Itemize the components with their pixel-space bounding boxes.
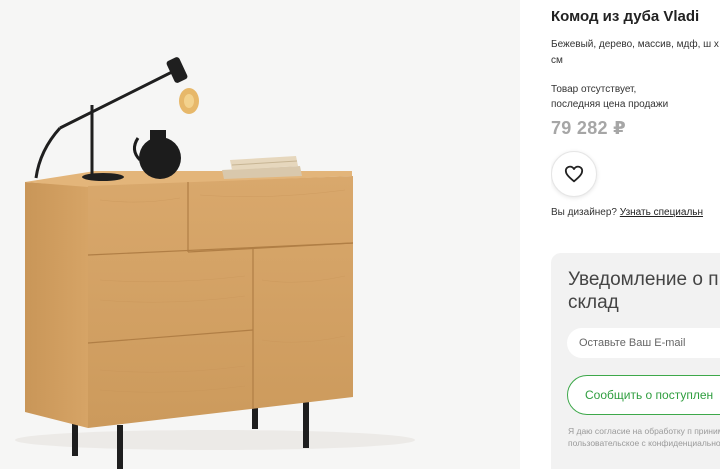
- product-description: Бежевый, дерево, массив, мдф, ш x 46 см: [551, 39, 720, 66]
- notify-title: Уведомление о п склад: [568, 268, 720, 314]
- favorite-button[interactable]: [551, 151, 597, 197]
- notify-title-line1: Уведомление о п: [568, 269, 719, 290]
- stock-status: Товар отсутствует, последняя цена продаж…: [551, 82, 720, 112]
- email-input[interactable]: [567, 328, 720, 358]
- product-photo: [0, 0, 520, 469]
- product-title: Комод из дуба Vladi: [551, 8, 700, 25]
- product-info-panel: Комод из дуба Vladi Бежевый, дерево, мас…: [551, 0, 720, 469]
- designer-offer: Вы дизайнер? Узнать специальн: [551, 207, 703, 218]
- designer-link[interactable]: Узнать специальн: [620, 207, 703, 218]
- notify-card: Уведомление о п склад Сообщить о поступл…: [551, 253, 720, 469]
- stock-status-text: Товар отсутствует,: [551, 84, 637, 95]
- consent-text: Я даю согласие на обработку п принимаю п…: [568, 426, 720, 448]
- notify-title-line2: склад: [568, 292, 619, 313]
- notify-submit-button[interactable]: Сообщить о поступлен: [567, 375, 720, 415]
- last-price-label: последняя цена продажи: [551, 99, 669, 110]
- designer-prefix: Вы дизайнер?: [551, 207, 617, 218]
- heart-icon: [564, 165, 584, 183]
- product-price: 79 282 ₽: [551, 118, 626, 138]
- commode-illustration: [15, 57, 415, 469]
